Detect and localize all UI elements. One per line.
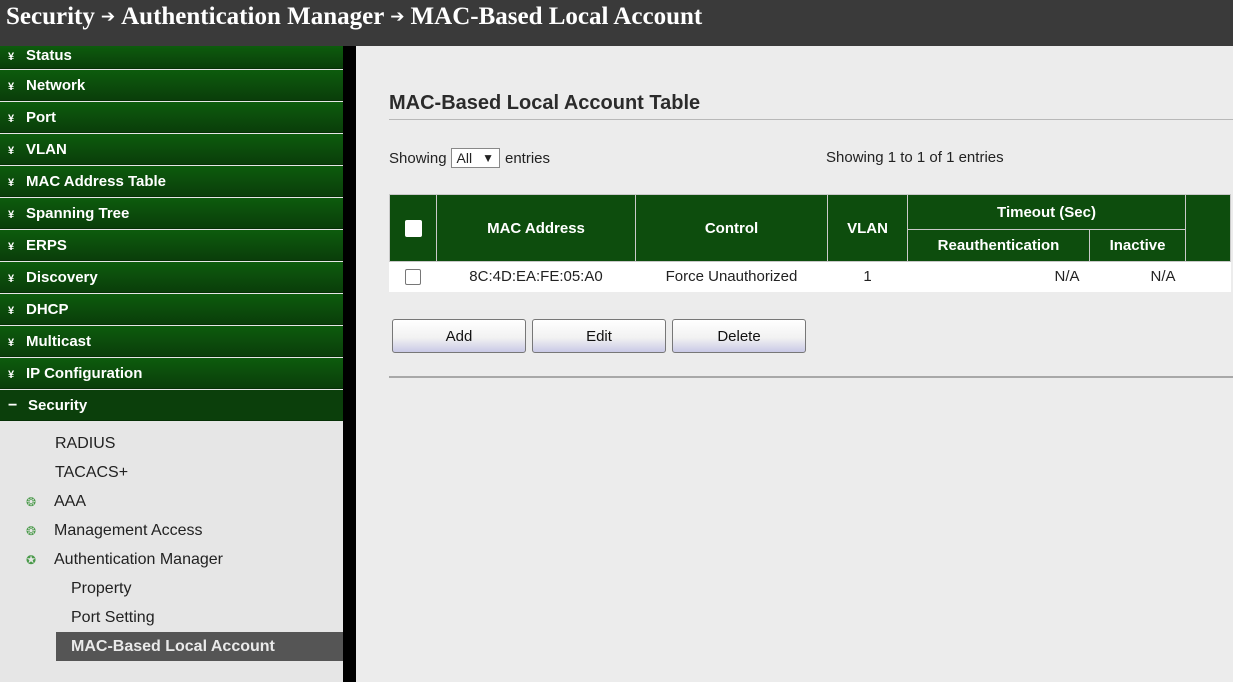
sidebar-item-label: Spanning Tree — [26, 205, 130, 222]
chevron-double-down-icon: ¥ — [8, 241, 15, 253]
sidebar-item-vlan[interactable]: ¥ VLAN — [0, 134, 343, 165]
header-control[interactable]: Control — [635, 194, 828, 262]
arrow-right-icon: ➔ — [100, 7, 116, 27]
select-all-checkbox[interactable] — [404, 219, 422, 237]
sidebar-item-label: Status — [26, 47, 72, 64]
cell-extra — [1186, 262, 1231, 292]
sidebar-item-mac-address-table[interactable]: ¥ MAC Address Table — [0, 166, 343, 197]
table-row[interactable]: 8C:4D:EA:FE:05:A0 Force Unauthorized 1 N… — [390, 262, 1231, 292]
header-inactive[interactable]: Inactive — [1089, 229, 1186, 262]
showing-prefix: Showing — [389, 149, 447, 167]
breadcrumb-mac-based-local-account: MAC-Based Local Account — [410, 3, 703, 30]
entries-select[interactable]: All ▼ — [450, 148, 500, 168]
chevron-double-down-icon: ¥ — [8, 51, 15, 63]
sidebar-item-multicast[interactable]: ¥ Multicast — [0, 326, 343, 357]
sidebar: ¥ Status ¥ Network ¥ Port ¥ VLAN ¥ MAC Addres… — [0, 46, 343, 682]
cell-mac-address: 8C:4D:EA:FE:05:A0 — [469, 268, 603, 286]
expand-icon: ❂ — [26, 495, 37, 509]
sidebar-item-ip-configuration[interactable]: ¥ IP Configuration — [0, 358, 343, 389]
sidebar-item-label: Security — [28, 397, 88, 414]
sidebar-item-label: IP Configuration — [26, 365, 143, 382]
sidebar-item-label: Discovery — [26, 269, 98, 286]
sidebar-item-spanning-tree[interactable]: ¥ Spanning Tree — [0, 198, 343, 229]
expand-icon: ❂ — [26, 524, 37, 538]
sidebar-subitem-authentication-manager[interactable]: ✪ Authentication Manager — [0, 545, 343, 574]
minus-icon: − — [8, 397, 18, 414]
sidebar-subitem-management-access[interactable]: ❂ Management Access — [0, 516, 343, 545]
sidebar-item-network[interactable]: ¥ Network — [0, 70, 343, 101]
arrow-right-icon: ➔ — [390, 7, 405, 27]
sidebar-item-dhcp[interactable]: ¥ DHCP — [0, 294, 343, 325]
cell-reauthentication: N/A — [1054, 268, 1080, 286]
header-reauthentication[interactable]: Reauthentication — [907, 229, 1090, 262]
collapse-icon: ✪ — [26, 553, 37, 567]
account-table: MAC Address Control VLAN Timeout (Sec) R… — [389, 194, 1231, 292]
sidebar-item-label: MAC Address Table — [26, 173, 167, 190]
showing-entries: Showing All ▼ entries — [389, 148, 550, 168]
sidebar-subitem-label: Management Access — [54, 522, 203, 539]
header-timeout: Timeout (Sec) — [907, 194, 1186, 230]
row-checkbox[interactable] — [405, 269, 421, 286]
sidebar-item-label: VLAN — [26, 141, 67, 158]
cell-inactive: N/A — [1150, 268, 1176, 286]
sidebar-subitem-port-setting[interactable]: Port Setting — [0, 603, 343, 632]
sidebar-item-port[interactable]: ¥ Port — [0, 102, 343, 133]
chevron-double-down-icon: ¥ — [8, 337, 15, 349]
chevron-double-down-icon: ¥ — [8, 177, 15, 189]
cell-control: Force Unauthorized — [665, 268, 798, 286]
sidebar-item-discovery[interactable]: ¥ Discovery — [0, 262, 343, 293]
entries-select-value: All — [456, 150, 473, 166]
add-button[interactable]: Add — [392, 319, 526, 353]
sidebar-item-label: Port — [26, 109, 56, 126]
sidebar-item-label: Multicast — [26, 333, 92, 350]
chevron-double-down-icon: ¥ — [8, 305, 15, 317]
chevron-down-icon: ▼ — [482, 151, 494, 165]
edit-button[interactable]: Edit — [532, 319, 666, 353]
sidebar-item-label: DHCP — [26, 301, 69, 318]
header-mac-address[interactable]: MAC Address — [436, 194, 636, 262]
page-title: MAC-Based Local Account Table — [389, 92, 701, 114]
sidebar-subitem-tacacs[interactable]: TACACS+ — [0, 458, 343, 487]
sidebar-subitem-aaa[interactable]: ❂ AAA — [0, 487, 343, 516]
delete-button[interactable]: Delete — [672, 319, 806, 353]
sidebar-subitem-mac-based-local-account[interactable]: MAC-Based Local Account — [56, 632, 343, 661]
chevron-double-down-icon: ¥ — [8, 273, 15, 285]
sidebar-item-status[interactable]: ¥ Status — [0, 46, 343, 69]
sidebar-subitem-property[interactable]: Property — [0, 574, 343, 603]
header-extra — [1185, 194, 1231, 262]
entries-summary: Showing 1 to 1 of 1 entries — [826, 149, 1004, 166]
breadcrumb-authentication-manager: Authentication Manager — [121, 3, 385, 30]
chevron-double-down-icon: ¥ — [8, 369, 15, 381]
row-select-cell — [390, 262, 437, 292]
sidebar-item-label: ERPS — [26, 237, 67, 254]
header-vlan[interactable]: VLAN — [827, 194, 908, 262]
sidebar-subitem-label: Authentication Manager — [54, 551, 223, 568]
sidebar-subitem-radius[interactable]: RADIUS — [0, 429, 343, 458]
bottom-divider — [389, 376, 1233, 378]
breadcrumb-security: Security — [6, 3, 95, 30]
chevron-double-down-icon: ¥ — [8, 81, 15, 93]
sidebar-subitem-label: AAA — [54, 493, 87, 510]
select-all-header — [389, 194, 437, 262]
title-divider — [389, 119, 1233, 120]
sidebar-divider — [343, 46, 356, 682]
sidebar-item-label: Network — [26, 77, 86, 94]
chevron-double-down-icon: ¥ — [8, 113, 15, 125]
cell-vlan: 1 — [863, 268, 872, 286]
showing-suffix: entries — [505, 149, 551, 167]
chevron-double-down-icon: ¥ — [8, 209, 15, 221]
sidebar-item-security[interactable]: − Security — [0, 390, 343, 421]
chevron-double-down-icon: ¥ — [8, 145, 15, 157]
sidebar-item-erps[interactable]: ¥ ERPS — [0, 230, 343, 261]
breadcrumb: Security ➔ Authentication Manager ➔ MAC-Base… — [0, 0, 1233, 46]
main-content: MAC-Based Local Account Table Showing Al… — [356, 46, 1233, 682]
